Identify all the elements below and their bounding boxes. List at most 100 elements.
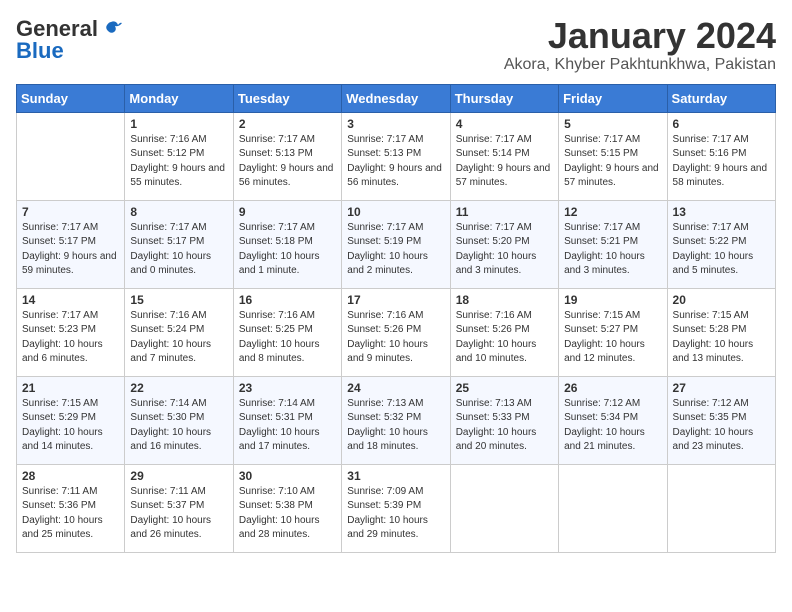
calendar-cell: 11Sunrise: 7:17 AMSunset: 5:20 PMDayligh… <box>450 200 558 288</box>
day-info: Sunrise: 7:17 AMSunset: 5:22 PMDaylight:… <box>673 221 770 279</box>
day-info: Sunrise: 7:15 AMSunset: 5:27 PMDaylight:… <box>564 309 661 367</box>
day-info: Sunrise: 7:17 AMSunset: 5:16 PMDaylight:… <box>673 133 770 191</box>
col-header-thursday: Thursday <box>450 84 558 112</box>
calendar-week-2: 7 Sunrise: 7:17 AMSunset: 5:17 PMDaylight… <box>17 200 776 288</box>
calendar-table: SundayMondayTuesdayWednesdayThursdayFrid… <box>16 84 776 553</box>
calendar-cell: 16 Sunrise: 7:16 AMSunset: 5:25 PMDayligh… <box>233 288 341 376</box>
day-info: Sunrise: 7:13 AMSunset: 5:32 PMDaylight:… <box>347 397 444 455</box>
day-number: 6 <box>673 117 770 131</box>
calendar-week-4: 21 Sunrise: 7:15 AMSunset: 5:29 PMDayligh… <box>17 376 776 464</box>
day-info: Sunrise: 7:12 AMSunset: 5:34 PMDaylight:… <box>564 397 661 455</box>
day-info: Sunrise: 7:09 AMSunset: 5:39 PMDaylight:… <box>347 485 444 543</box>
day-number: 21 <box>22 381 119 395</box>
calendar-cell: 8 Sunrise: 7:17 AMSunset: 5:17 PMDaylight… <box>125 200 233 288</box>
logo-bird-icon <box>100 18 122 40</box>
col-header-monday: Monday <box>125 84 233 112</box>
calendar-cell: 10Sunrise: 7:17 AMSunset: 5:19 PMDayligh… <box>342 200 450 288</box>
day-number: 16 <box>239 293 336 307</box>
day-info: Sunrise: 7:17 AMSunset: 5:21 PMDaylight:… <box>564 221 661 279</box>
day-number: 17 <box>347 293 444 307</box>
calendar-cell: 22Sunrise: 7:14 AMSunset: 5:30 PMDayligh… <box>125 376 233 464</box>
day-number: 26 <box>564 381 661 395</box>
day-number: 25 <box>456 381 553 395</box>
day-number: 29 <box>130 469 227 483</box>
calendar-cell: 28 Sunrise: 7:11 AMSunset: 5:36 PMDayligh… <box>17 464 125 552</box>
calendar-cell: 20 Sunrise: 7:15 AMSunset: 5:28 PMDayligh… <box>667 288 775 376</box>
col-header-sunday: Sunday <box>17 84 125 112</box>
day-info: Sunrise: 7:14 AMSunset: 5:30 PMDaylight:… <box>130 397 227 455</box>
day-info: Sunrise: 7:15 AMSunset: 5:29 PMDaylight:… <box>22 397 119 455</box>
logo-blue: Blue <box>16 38 64 64</box>
day-number: 18 <box>456 293 553 307</box>
calendar-cell <box>559 464 667 552</box>
day-info: Sunrise: 7:10 AMSunset: 5:38 PMDaylight:… <box>239 485 336 543</box>
day-number: 23 <box>239 381 336 395</box>
calendar-cell: 12 Sunrise: 7:17 AMSunset: 5:21 PMDayligh… <box>559 200 667 288</box>
day-number: 12 <box>564 205 661 219</box>
day-info: Sunrise: 7:17 AMSunset: 5:13 PMDaylight:… <box>239 133 336 191</box>
logo: General Blue <box>16 16 122 64</box>
calendar-cell: 24 Sunrise: 7:13 AMSunset: 5:32 PMDayligh… <box>342 376 450 464</box>
col-header-saturday: Saturday <box>667 84 775 112</box>
day-info: Sunrise: 7:17 AMSunset: 5:18 PMDaylight:… <box>239 221 336 279</box>
calendar-cell: 7 Sunrise: 7:17 AMSunset: 5:17 PMDaylight… <box>17 200 125 288</box>
page-header: General Blue January 2024 Akora, Khyber … <box>16 16 776 74</box>
day-info: Sunrise: 7:11 AMSunset: 5:37 PMDaylight:… <box>130 485 227 543</box>
day-info: Sunrise: 7:15 AMSunset: 5:28 PMDaylight:… <box>673 309 770 367</box>
calendar-week-5: 28 Sunrise: 7:11 AMSunset: 5:36 PMDayligh… <box>17 464 776 552</box>
col-header-tuesday: Tuesday <box>233 84 341 112</box>
day-number: 27 <box>673 381 770 395</box>
day-info: Sunrise: 7:17 AMSunset: 5:17 PMDaylight:… <box>22 221 119 279</box>
day-number: 7 <box>22 205 119 219</box>
col-header-friday: Friday <box>559 84 667 112</box>
day-info: Sunrise: 7:17 AMSunset: 5:17 PMDaylight:… <box>130 221 227 279</box>
calendar-cell <box>17 112 125 200</box>
day-number: 8 <box>130 205 227 219</box>
location-title: Akora, Khyber Pakhtunkhwa, Pakistan <box>504 56 776 74</box>
day-number: 15 <box>130 293 227 307</box>
calendar-cell: 14Sunrise: 7:17 AMSunset: 5:23 PMDayligh… <box>17 288 125 376</box>
calendar-cell <box>667 464 775 552</box>
day-info: Sunrise: 7:12 AMSunset: 5:35 PMDaylight:… <box>673 397 770 455</box>
day-info: Sunrise: 7:16 AMSunset: 5:24 PMDaylight:… <box>130 309 227 367</box>
title-area: January 2024 Akora, Khyber Pakhtunkhwa, … <box>504 16 776 74</box>
calendar-week-1: 1Sunrise: 7:16 AMSunset: 5:12 PMDaylight… <box>17 112 776 200</box>
day-info: Sunrise: 7:11 AMSunset: 5:36 PMDaylight:… <box>22 485 119 543</box>
day-number: 20 <box>673 293 770 307</box>
day-number: 2 <box>239 117 336 131</box>
calendar-cell: 6 Sunrise: 7:17 AMSunset: 5:16 PMDaylight… <box>667 112 775 200</box>
calendar-header-row: SundayMondayTuesdayWednesdayThursdayFrid… <box>17 84 776 112</box>
calendar-cell: 19 Sunrise: 7:15 AMSunset: 5:27 PMDayligh… <box>559 288 667 376</box>
day-info: Sunrise: 7:17 AMSunset: 5:13 PMDaylight:… <box>347 133 444 191</box>
calendar-cell: 13 Sunrise: 7:17 AMSunset: 5:22 PMDayligh… <box>667 200 775 288</box>
calendar-cell: 31Sunrise: 7:09 AMSunset: 5:39 PMDayligh… <box>342 464 450 552</box>
calendar-cell: 26 Sunrise: 7:12 AMSunset: 5:34 PMDayligh… <box>559 376 667 464</box>
calendar-cell: 23Sunrise: 7:14 AMSunset: 5:31 PMDayligh… <box>233 376 341 464</box>
calendar-week-3: 14Sunrise: 7:17 AMSunset: 5:23 PMDayligh… <box>17 288 776 376</box>
calendar-cell: 5Sunrise: 7:17 AMSunset: 5:15 PMDaylight… <box>559 112 667 200</box>
day-info: Sunrise: 7:16 AMSunset: 5:26 PMDaylight:… <box>456 309 553 367</box>
calendar-cell: 4 Sunrise: 7:17 AMSunset: 5:14 PMDaylight… <box>450 112 558 200</box>
day-number: 13 <box>673 205 770 219</box>
calendar-cell: 9Sunrise: 7:17 AMSunset: 5:18 PMDaylight… <box>233 200 341 288</box>
day-info: Sunrise: 7:16 AMSunset: 5:12 PMDaylight:… <box>130 133 227 191</box>
day-number: 4 <box>456 117 553 131</box>
month-title: January 2024 <box>504 16 776 56</box>
calendar-cell: 29 Sunrise: 7:11 AMSunset: 5:37 PMDayligh… <box>125 464 233 552</box>
day-info: Sunrise: 7:17 AMSunset: 5:23 PMDaylight:… <box>22 309 119 367</box>
calendar-cell: 27 Sunrise: 7:12 AMSunset: 5:35 PMDayligh… <box>667 376 775 464</box>
day-info: Sunrise: 7:16 AMSunset: 5:26 PMDaylight:… <box>347 309 444 367</box>
day-number: 10 <box>347 205 444 219</box>
day-number: 5 <box>564 117 661 131</box>
day-info: Sunrise: 7:13 AMSunset: 5:33 PMDaylight:… <box>456 397 553 455</box>
calendar-cell: 25 Sunrise: 7:13 AMSunset: 5:33 PMDayligh… <box>450 376 558 464</box>
calendar-cell: 15 Sunrise: 7:16 AMSunset: 5:24 PMDayligh… <box>125 288 233 376</box>
calendar-cell: 30Sunrise: 7:10 AMSunset: 5:38 PMDayligh… <box>233 464 341 552</box>
day-info: Sunrise: 7:16 AMSunset: 5:25 PMDaylight:… <box>239 309 336 367</box>
day-number: 19 <box>564 293 661 307</box>
day-number: 28 <box>22 469 119 483</box>
day-number: 24 <box>347 381 444 395</box>
calendar-cell: 21 Sunrise: 7:15 AMSunset: 5:29 PMDayligh… <box>17 376 125 464</box>
day-info: Sunrise: 7:17 AMSunset: 5:20 PMDaylight:… <box>456 221 553 279</box>
day-info: Sunrise: 7:17 AMSunset: 5:14 PMDaylight:… <box>456 133 553 191</box>
